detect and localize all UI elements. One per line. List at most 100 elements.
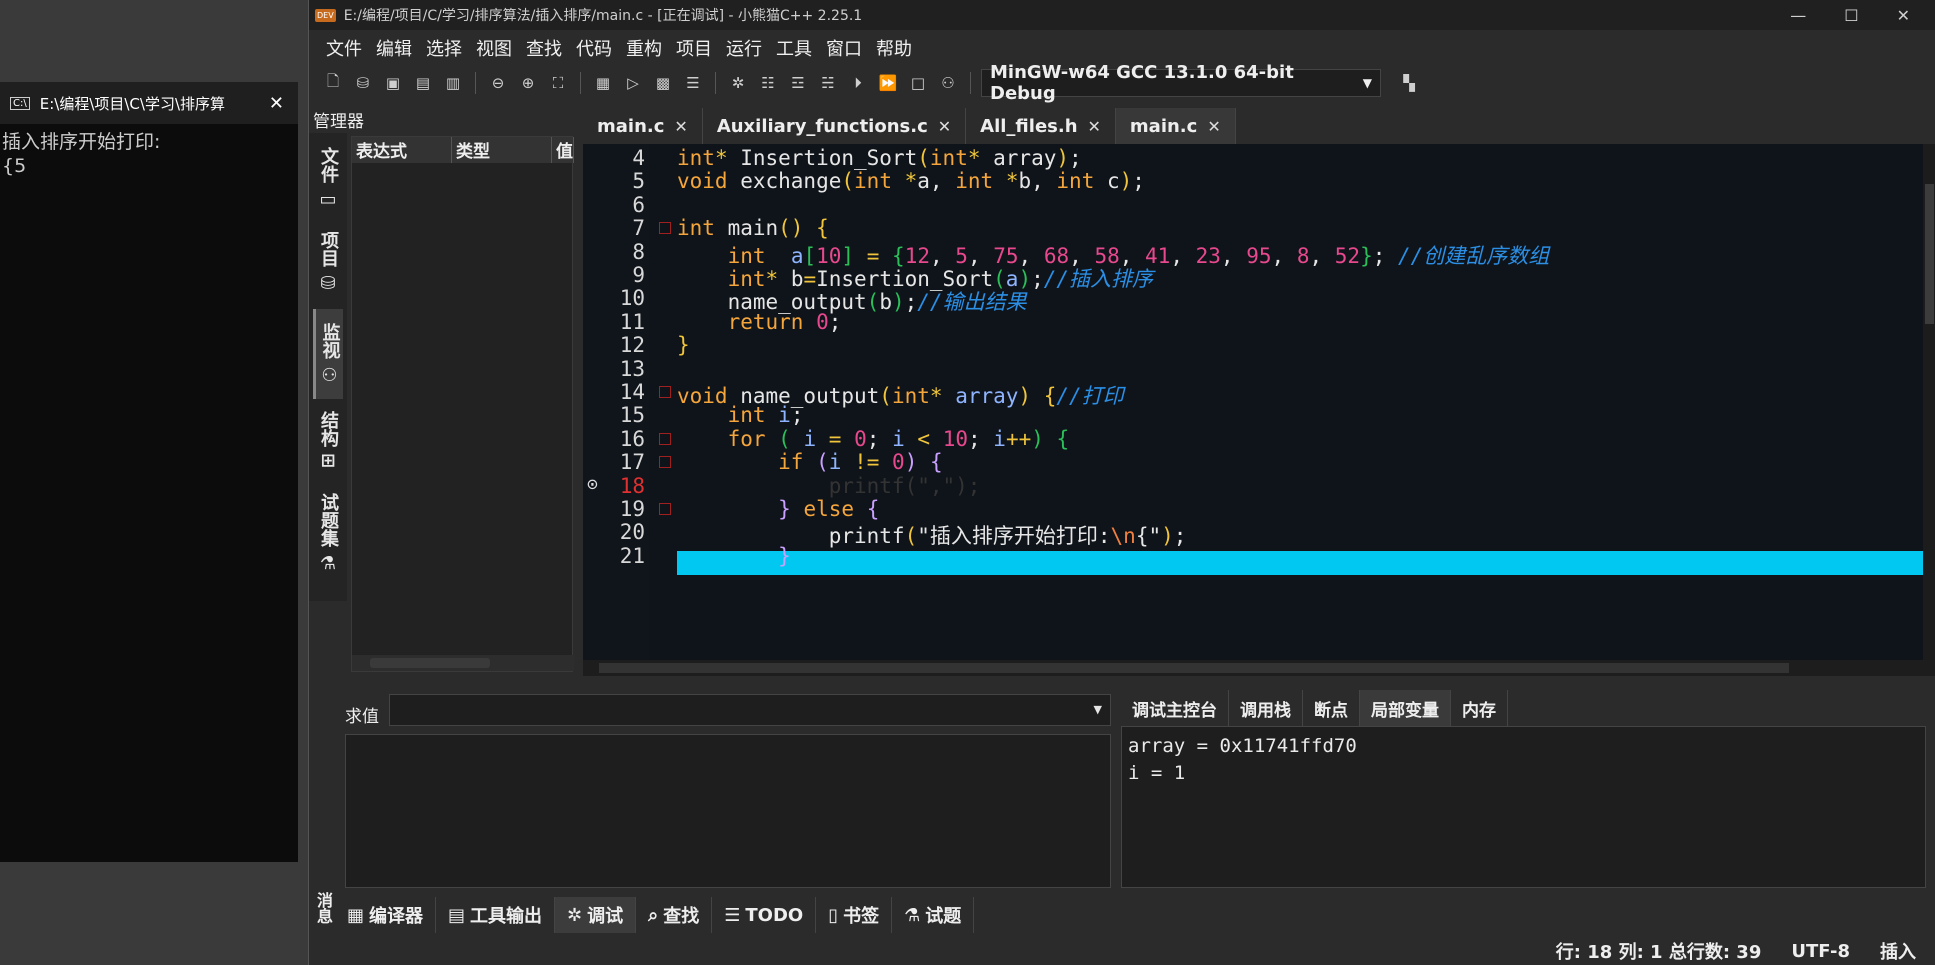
line-number[interactable]: 8 (583, 240, 645, 264)
save-all-icon[interactable]: ▥ (441, 71, 465, 95)
close-icon[interactable]: ✕ (938, 117, 951, 136)
code-line[interactable]: int i; (677, 403, 804, 427)
tab-tool-output[interactable]: ▤ 工具输出 (436, 897, 556, 933)
continue-icon[interactable]: ⏩ (876, 71, 900, 95)
line-number[interactable]: 7 (583, 216, 645, 240)
console-window[interactable]: C:\ E:\编程\项目\C\学习\排序算 ✕ 插入排序开始打印: {5 (0, 82, 298, 862)
step-over-icon[interactable]: ☷ (756, 71, 780, 95)
watch-col-expression[interactable]: 表达式 (352, 137, 452, 163)
vtab-files[interactable]: 文件 ▭ (313, 141, 343, 215)
tab-call-stack[interactable]: 调用栈 (1229, 690, 1303, 726)
minimize-icon[interactable]: — (1790, 6, 1806, 25)
close-icon[interactable]: ✕ (1897, 6, 1910, 25)
line-number[interactable]: 9 (583, 263, 645, 287)
code-line[interactable]: for ( i = 0; i < 10; i++) { (677, 427, 1070, 451)
line-number[interactable]: 16 (583, 427, 645, 451)
editor-vertical-scrollbar[interactable] (1923, 144, 1935, 660)
step-out-icon[interactable]: ☵ (816, 71, 840, 95)
code-line[interactable]: } else { (677, 497, 879, 521)
menu-code[interactable]: 代码 (569, 35, 619, 61)
line-number[interactable]: 19 (583, 497, 645, 521)
menu-project[interactable]: 项目 (669, 35, 719, 61)
line-number[interactable]: 13 (583, 357, 645, 381)
eval-input[interactable]: ▼ (389, 694, 1111, 726)
tab-find[interactable]: ⌕ 查找 (636, 897, 713, 933)
watch-col-value[interactable]: 值 (552, 137, 574, 163)
line-number[interactable]: 11 (583, 310, 645, 334)
menu-run[interactable]: 运行 (719, 35, 769, 61)
add-watch-icon[interactable]: ⚇ (936, 71, 960, 95)
close-icon[interactable]: ✕ (269, 93, 284, 114)
line-number[interactable]: 12 (583, 333, 645, 357)
line-number[interactable]: 10 (583, 286, 645, 310)
tab-breakpoints[interactable]: 断点 (1303, 690, 1360, 726)
code-line[interactable]: int* Insertion_Sort(int* array); (677, 146, 1082, 170)
fold-marker-icon[interactable] (659, 456, 671, 469)
fold-marker-icon[interactable] (659, 432, 671, 445)
fold-marker-icon[interactable] (659, 503, 671, 515)
editor-horizontal-scrollbar[interactable] (583, 660, 1935, 676)
menu-window[interactable]: 窗口 (819, 35, 869, 61)
tab-auxiliary-functions[interactable]: Auxiliary_functions.c ✕ (702, 108, 967, 144)
menu-view[interactable]: 视图 (469, 35, 519, 61)
fold-marker-icon[interactable] (659, 386, 671, 398)
console-titlebar[interactable]: C:\ E:\编程\项目\C\学习\排序算 ✕ (0, 82, 298, 124)
vtab-structure[interactable]: 结构 ⊞ (313, 403, 343, 477)
code-line[interactable]: void exchange(int *a, int *b, int c); (677, 169, 1145, 193)
options-icon[interactable]: ☰ (681, 71, 705, 95)
new-file-icon[interactable]: 🗋 (321, 71, 345, 95)
stop-icon[interactable]: □ (906, 71, 930, 95)
fold-marker-icon[interactable] (659, 222, 671, 235)
code-line[interactable]: if (i != 0) { (677, 450, 943, 474)
save-icon[interactable]: ▣ (381, 71, 405, 95)
tab-all-files-h[interactable]: All_files.h ✕ (966, 108, 1116, 144)
watch-scrollbar[interactable] (352, 655, 574, 671)
forward-icon[interactable]: ⊕ (516, 71, 540, 95)
menu-select[interactable]: 选择 (419, 35, 469, 61)
watch-panel[interactable]: 表达式 类型 值 (351, 136, 574, 672)
close-icon[interactable]: ✕ (674, 117, 687, 136)
line-number[interactable]: 6 (583, 193, 645, 217)
line-number[interactable]: 21 (583, 544, 645, 568)
code-line[interactable]: printf(","); (677, 474, 981, 498)
tab-debug-console[interactable]: 调试主控台 (1121, 690, 1229, 726)
encoding[interactable]: UTF-8 (1791, 941, 1850, 962)
tab-local-variables[interactable]: 局部变量 (1360, 690, 1451, 726)
code-line[interactable]: } (677, 333, 690, 357)
menu-find[interactable]: 查找 (519, 35, 569, 61)
tab-todo[interactable]: ☰ TODO (712, 897, 817, 933)
run-icon[interactable]: ▷ (621, 71, 645, 95)
tab-bookmarks[interactable]: ▯ 书签 (816, 897, 893, 933)
maximize-icon[interactable]: ☐ (1844, 6, 1858, 25)
tab-debug[interactable]: ✲ 调试 (555, 897, 637, 933)
chevron-down-icon[interactable]: ▼ (1094, 703, 1102, 716)
code-line[interactable]: } (677, 544, 791, 568)
close-icon[interactable]: ✕ (1088, 117, 1101, 136)
line-number[interactable]: 4 (583, 146, 645, 170)
code-editor[interactable]: 4 int* Insertion_Sort(int* array); 5 void e… (583, 144, 1923, 660)
compile-run-icon[interactable]: ▩ (651, 71, 675, 95)
compiler-options-icon[interactable]: ▚ (1397, 71, 1421, 95)
compiler-select[interactable]: MinGW-w64 GCC 13.1.0 64-bit Debug ▼ (981, 62, 1381, 104)
code-line[interactable]: return 0; (677, 310, 842, 334)
vtab-watch[interactable]: 监视 ⚇ (313, 309, 343, 399)
line-number[interactable]: 14 (583, 380, 645, 404)
watch-col-type[interactable]: 类型 (452, 137, 552, 163)
menu-tools[interactable]: 工具 (769, 35, 819, 61)
tab-compiler[interactable]: ▦ 编译器 (335, 897, 437, 933)
menu-refactor[interactable]: 重构 (619, 35, 669, 61)
line-number[interactable]: 20 (583, 520, 645, 544)
save-as-icon[interactable]: ▤ (411, 71, 435, 95)
compile-icon[interactable]: ▦ (591, 71, 615, 95)
tab-problems[interactable]: ⚗ 试题 (892, 897, 975, 933)
line-number[interactable]: 5 (583, 169, 645, 193)
back-icon[interactable]: ⊖ (486, 71, 510, 95)
menu-file[interactable]: 文件 (319, 35, 369, 61)
open-file-icon[interactable]: ⛁ (351, 71, 375, 95)
menu-help[interactable]: 帮助 (869, 35, 919, 61)
line-number[interactable]: 17 (583, 450, 645, 474)
step-into-icon[interactable]: ☲ (786, 71, 810, 95)
menu-edit[interactable]: 编辑 (369, 35, 419, 61)
vtab-problem-set[interactable]: 试题集 ⚗ (313, 487, 343, 579)
vtab-project[interactable]: 项目 ⛁ (313, 225, 343, 299)
